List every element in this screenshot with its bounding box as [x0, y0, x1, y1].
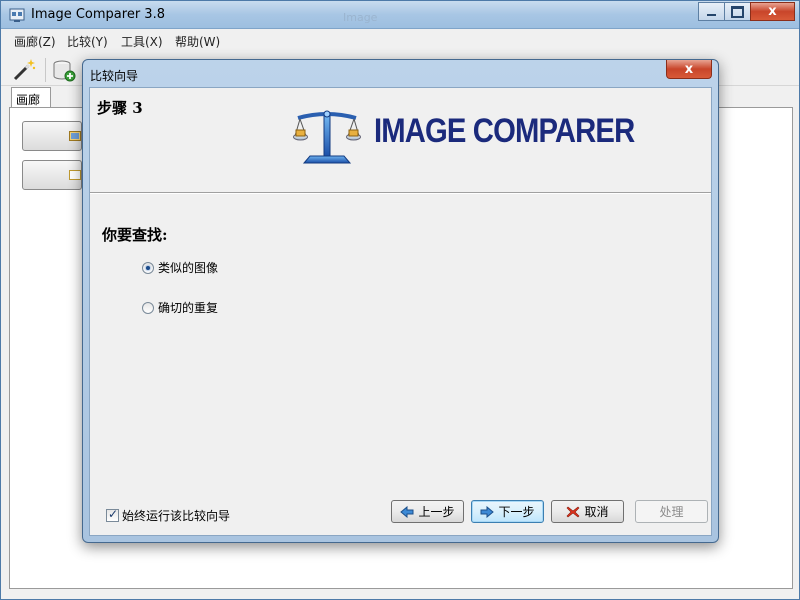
cancel-label: 取消	[584, 505, 609, 519]
back-button[interactable]: 上一步	[391, 500, 464, 523]
arrow-left-icon	[400, 505, 414, 518]
next-button[interactable]: 下一步	[471, 500, 544, 523]
always-run-label: 始终运行该比较向导	[122, 509, 231, 523]
option-exact-duplicates[interactable]: 确切的重复	[142, 299, 218, 316]
dialog-title: 比较向导	[90, 69, 139, 83]
close-icon: x	[684, 61, 694, 77]
option-exact-duplicates-label: 确切的重复	[158, 301, 219, 315]
toolbar-separator	[45, 58, 46, 82]
arrow-right-icon	[480, 505, 495, 518]
menu-help[interactable]: 帮助(W)	[175, 33, 220, 50]
always-run-wizard[interactable]: 始终运行该比较向导	[106, 507, 230, 524]
red-x-icon	[567, 506, 580, 517]
menu-tools[interactable]: 工具(X)	[121, 33, 163, 50]
minimize-button[interactable]	[698, 2, 725, 21]
add-gallery-icon[interactable]	[51, 57, 77, 83]
process-label: 处理	[659, 505, 684, 519]
menu-compare[interactable]: 比较(Y)	[67, 33, 108, 50]
balance-scale-icon	[293, 110, 361, 164]
gallery-image-icon	[69, 131, 81, 141]
gallery-item-button[interactable]	[22, 121, 82, 151]
dialog-close-button[interactable]: x	[666, 60, 712, 79]
wizard-header: 步骤 3 IMAGE COMPARER	[90, 88, 711, 194]
process-button[interactable]: 处理	[635, 500, 708, 523]
tab-gallery[interactable]: 画廊	[11, 87, 51, 109]
option-similar-images[interactable]: 类似的图像	[142, 259, 218, 276]
question-label: 你要查找:	[102, 226, 168, 244]
background-window-title: Image	[343, 11, 378, 24]
logo-text: IMAGE COMPARER	[374, 112, 635, 150]
app-window-icon	[9, 8, 25, 22]
gallery-folder-icon	[69, 170, 81, 180]
always-run-checkbox[interactable]	[106, 507, 119, 522]
radio-exact-duplicates[interactable]	[142, 301, 154, 314]
option-similar-images-label: 类似的图像	[158, 261, 219, 275]
dialog-body: 步骤 3 IMAGE COMPARER 你要查找: 类似的图像 确切的重复 ✓ …	[89, 87, 712, 536]
maximize-button[interactable]	[724, 2, 751, 21]
cancel-button[interactable]: 取消	[551, 500, 624, 523]
magic-wand-icon[interactable]	[11, 57, 37, 83]
radio-similar-images[interactable]	[142, 261, 154, 274]
menu-bar: 画廊(Z) 比较(Y) 工具(X) 帮助(W)	[1, 29, 799, 51]
back-label: 上一步	[418, 505, 455, 519]
app-title: Image Comparer 3.8	[31, 7, 165, 22]
gallery-item-button[interactable]	[22, 160, 82, 190]
menu-gallery[interactable]: 画廊(Z)	[14, 33, 56, 50]
window-controls	[698, 2, 795, 22]
title-bar[interactable]: Image Comparer 3.8 Image	[1, 1, 799, 29]
compare-wizard-dialog: 比较向导 x 步骤 3 IMAGE COMPARER 你要查找: 类似的图像 确…	[82, 59, 719, 543]
step-label: 步骤 3	[97, 99, 143, 117]
next-label: 下一步	[498, 505, 535, 519]
close-button[interactable]	[750, 2, 795, 21]
